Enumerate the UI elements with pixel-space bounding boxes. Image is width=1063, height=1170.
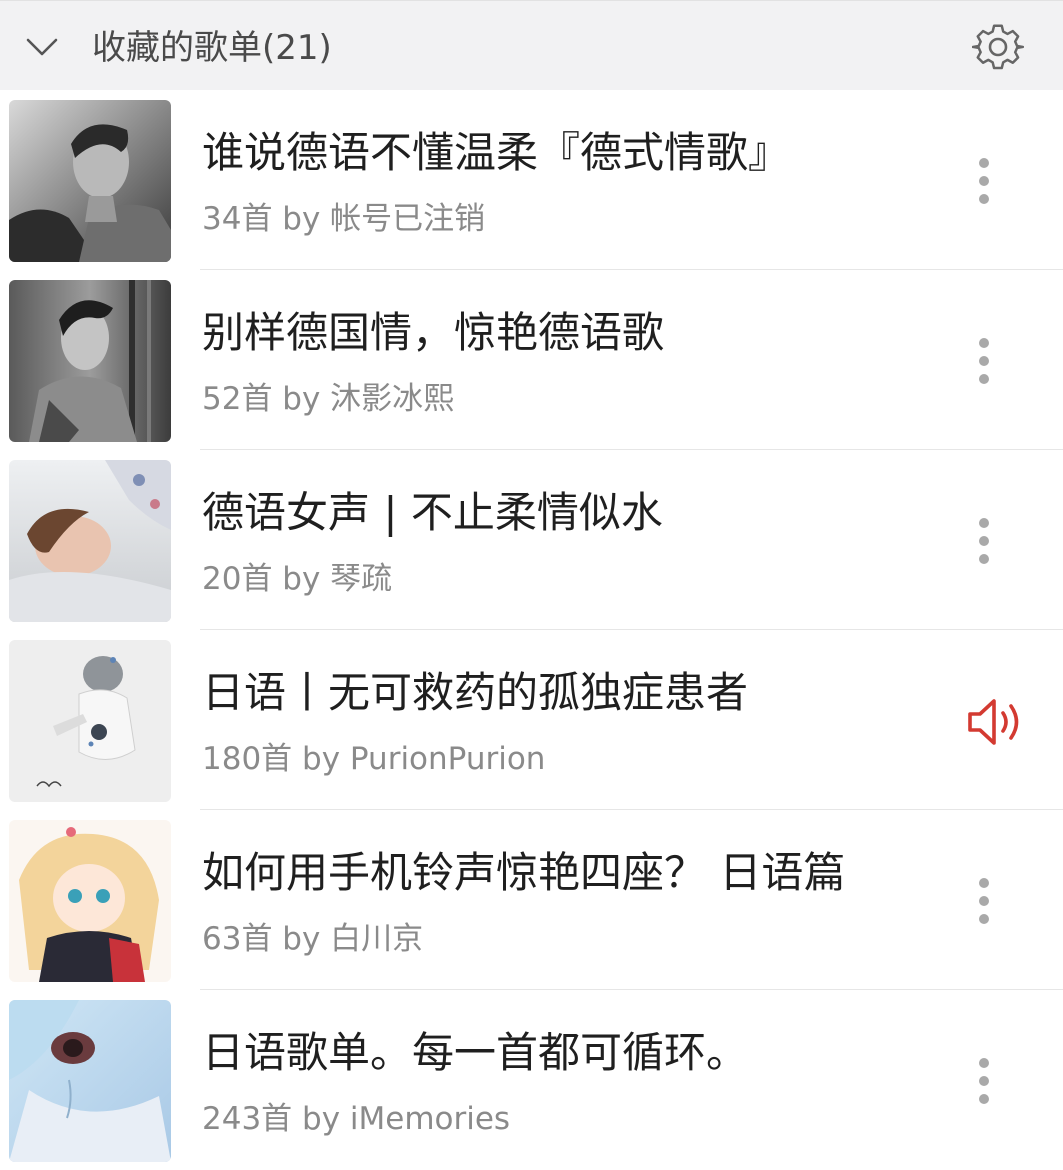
playlist-item[interactable]: 德语女声 | 不止柔情似水 20首 by 琴疏	[0, 450, 1063, 630]
section-title: 收藏的歌单(21)	[92, 28, 332, 68]
playlist-meta: 63首 by 白川京	[202, 921, 424, 957]
more-vertical-icon[interactable]	[966, 1050, 1002, 1110]
playlist-name: 如何用手机铃声惊艳四座？ 日语篇	[202, 848, 846, 897]
chevron-down-icon[interactable]	[24, 29, 60, 65]
playlist-cover-image	[9, 100, 171, 262]
playlist-name: 别样德国情，惊艳德语歌	[202, 308, 665, 357]
playlist-meta: 243首 by iMemories	[202, 1101, 511, 1137]
gear-icon[interactable]	[972, 21, 1024, 73]
collected-playlists-header[interactable]: 收藏的歌单(21)	[0, 0, 1063, 90]
playlist-meta: 180首 by PurionPurion	[202, 741, 546, 777]
playlist-item[interactable]: 日语歌单。每一首都可循环。 243首 by iMemories	[0, 990, 1063, 1170]
playlist-cover-image	[9, 460, 171, 622]
playlist-list: 谁说德语不懂温柔『德式情歌』 34首 by 帐号已注销 别样德国情，惊艳德语歌 …	[0, 90, 1063, 1170]
playlist-cover-image	[9, 280, 171, 442]
speaker-playing-icon[interactable]	[966, 696, 1028, 748]
more-vertical-icon[interactable]	[966, 150, 1002, 210]
playlist-name: 谁说德语不懂温柔『德式情歌』	[202, 128, 791, 177]
playlist-item[interactable]: 别样德国情，惊艳德语歌 52首 by 沐影冰熙	[0, 270, 1063, 450]
playlist-cover-image	[9, 640, 171, 802]
playlist-cover-image	[9, 820, 171, 982]
playlist-name: 日语丨无可救药的孤独症患者	[202, 668, 749, 717]
more-vertical-icon[interactable]	[966, 330, 1002, 390]
playlist-meta: 20首 by 琴疏	[202, 561, 393, 597]
playlist-name: 日语歌单。每一首都可循环。	[202, 1028, 749, 1077]
playlist-meta: 52首 by 沐影冰熙	[202, 381, 455, 417]
playlist-item[interactable]: 如何用手机铃声惊艳四座？ 日语篇 63首 by 白川京	[0, 810, 1063, 990]
playlist-item[interactable]: 日语丨无可救药的孤独症患者 180首 by PurionPurion	[0, 630, 1063, 810]
more-vertical-icon[interactable]	[966, 510, 1002, 570]
playlist-item[interactable]: 谁说德语不懂温柔『德式情歌』 34首 by 帐号已注销	[0, 90, 1063, 270]
playlist-meta: 34首 by 帐号已注销	[202, 201, 486, 237]
more-vertical-icon[interactable]	[966, 870, 1002, 930]
playlist-cover-image	[9, 1000, 171, 1162]
playlist-name: 德语女声 | 不止柔情似水	[202, 488, 663, 537]
